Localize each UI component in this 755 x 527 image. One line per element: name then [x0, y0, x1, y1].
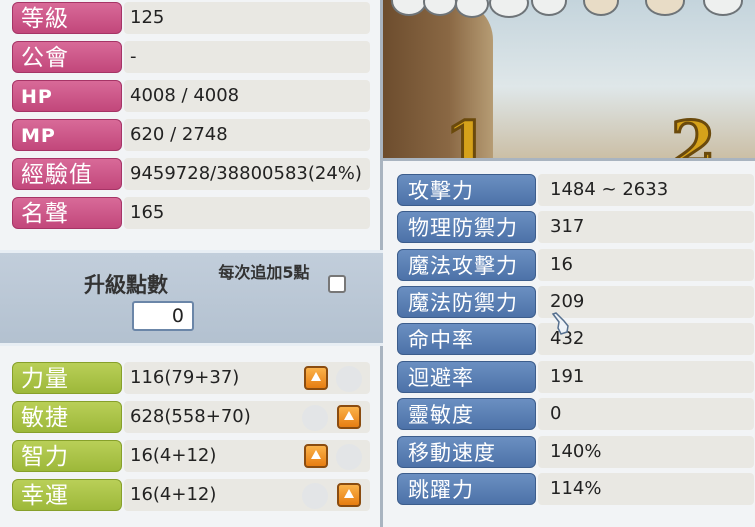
- level-label: 等級: [12, 2, 122, 34]
- hp-value: 4008 / 4008: [124, 80, 370, 112]
- exp-label: 經驗值: [12, 158, 122, 190]
- weapon-defense-label: 物理防禦力: [397, 211, 536, 243]
- speed-value: 140%: [538, 436, 754, 468]
- jump-value: 114%: [538, 473, 754, 505]
- hands-value: 0: [538, 398, 754, 430]
- stat-row-exp: 經驗值 9459728/38800583(24%): [8, 156, 371, 192]
- mp-value: 620 / 2748: [124, 119, 370, 151]
- guild-value: -: [124, 41, 370, 73]
- luk-label: 幸運: [12, 479, 122, 511]
- guild-label: 公會: [12, 41, 122, 73]
- str-slot: [336, 366, 362, 392]
- detail-row: 靈敏度 0: [397, 396, 754, 432]
- glove-cursor-icon: [551, 312, 569, 335]
- accuracy-value: 432: [538, 323, 754, 355]
- int-slot: [336, 444, 362, 470]
- stat-row-hp: HP 4008 / 4008: [8, 78, 371, 114]
- magic-defense-label: 魔法防禦力: [397, 286, 536, 318]
- detail-row: 物理防禦力 317: [397, 209, 754, 245]
- detail-row: 魔法防禦力 209: [397, 284, 754, 320]
- attack-value: 1484 ~ 2633: [538, 174, 754, 206]
- level-value: 125: [124, 2, 370, 34]
- fame-label: 名聲: [12, 197, 122, 229]
- stat-row-luk: 幸運 16(4+12): [8, 477, 371, 513]
- str-label: 力量: [12, 362, 122, 394]
- dex-up-button[interactable]: [337, 405, 361, 429]
- dex-value: 628(558+70): [124, 401, 370, 433]
- detail-row: 魔法攻擊力 16: [397, 247, 754, 283]
- avoidability-label: 迴避率: [397, 361, 536, 393]
- int-value: 16(4+12): [124, 440, 370, 472]
- jump-label: 跳躍力: [397, 473, 536, 505]
- luk-value: 16(4+12): [124, 479, 370, 511]
- dex-label: 敏捷: [12, 401, 122, 433]
- scene-rock: [703, 0, 743, 16]
- stat-row-int: 智力 16(4+12): [8, 438, 371, 474]
- ability-points-panel: 升級點數 0 每次追加5點: [0, 250, 383, 346]
- avoidability-value: 191: [538, 361, 754, 393]
- magic-attack-value: 16: [538, 249, 754, 281]
- hp-label: HP: [12, 80, 122, 112]
- magic-attack-label: 魔法攻擊力: [397, 249, 536, 281]
- character-info-panel: 等級 125 公會 - HP 4008 / 4008 MP 620 / 2748…: [0, 0, 383, 527]
- fame-value: 165: [124, 197, 370, 229]
- detail-row: 移動速度 140%: [397, 434, 754, 470]
- stat-row-str: 力量 116(79+37): [8, 360, 371, 396]
- stat-row-mp: MP 620 / 2748: [8, 117, 371, 153]
- luk-up-button[interactable]: [337, 483, 361, 507]
- scene-rock: [583, 0, 619, 16]
- stat-row-fame: 名聲 165: [8, 195, 371, 231]
- scene-rock: [489, 0, 529, 18]
- luk-slot: [302, 483, 328, 509]
- scene-number-1: 1: [444, 107, 492, 159]
- speed-label: 移動速度: [397, 436, 536, 468]
- game-scene: 1 2: [383, 0, 755, 158]
- str-value: 116(79+37): [124, 362, 370, 394]
- magic-defense-value: 209: [538, 286, 754, 318]
- detail-row: 攻擊力 1484 ~ 2633: [397, 172, 754, 208]
- hands-label: 靈敏度: [397, 398, 536, 430]
- weapon-defense-value: 317: [538, 211, 754, 243]
- detail-row: 迴避率 191: [397, 359, 754, 395]
- stat-row-guild: 公會 -: [8, 39, 371, 75]
- ability-points-field[interactable]: 0: [132, 301, 194, 331]
- add-five-label: 每次追加5點: [218, 263, 310, 282]
- scene-number-2: 2: [670, 107, 718, 159]
- dex-slot: [302, 405, 328, 431]
- str-up-button[interactable]: [304, 366, 328, 390]
- ability-points-label: 升級點數: [84, 273, 168, 297]
- stat-row-level: 等級 125: [8, 0, 371, 36]
- mp-label: MP: [12, 119, 122, 151]
- int-up-button[interactable]: [304, 444, 328, 468]
- detail-stats-panel: 攻擊力 1484 ~ 2633 物理防禦力 317 魔法攻擊力 16 魔法防禦力…: [383, 158, 755, 527]
- int-label: 智力: [12, 440, 122, 472]
- accuracy-label: 命中率: [397, 323, 536, 355]
- exp-value: 9459728/38800583(24%): [124, 158, 370, 190]
- scene-rock: [531, 0, 567, 16]
- detail-row: 命中率 432: [397, 321, 754, 357]
- stat-row-dex: 敏捷 628(558+70): [8, 399, 371, 435]
- attack-label: 攻擊力: [397, 174, 536, 206]
- add-five-checkbox[interactable]: [328, 275, 346, 293]
- scene-rock: [645, 0, 685, 16]
- detail-row: 跳躍力 114%: [397, 471, 754, 507]
